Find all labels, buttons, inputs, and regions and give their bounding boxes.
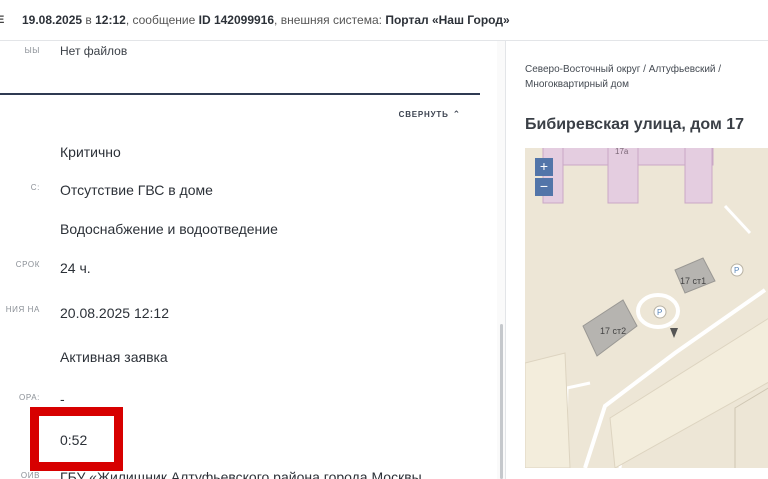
in-word: в — [85, 13, 92, 27]
files-value: Нет файлов — [60, 44, 128, 58]
header-edge-glyph: Е — [0, 0, 4, 40]
section-separator — [0, 93, 480, 95]
row-label: С: — [30, 183, 40, 192]
deadline-label: СРОК — [15, 260, 40, 269]
priority-value: Критично — [60, 144, 121, 160]
message-id: ID 142099916 — [198, 13, 275, 27]
problem-value: Отсутствие ГВС в доме — [60, 182, 213, 198]
map-canvas: 17а 17 ст1 17 ст2 P P — [525, 148, 768, 468]
parking-icon: P — [734, 266, 739, 275]
collapse-label: СВЕРНУТЬ — [398, 110, 449, 119]
message-header-bar: Е 19.08.2025 в 12:12, сообщение ID 14209… — [0, 0, 768, 41]
parking-icon: P — [657, 308, 662, 317]
location-panel: Северо-Восточный округ / Алтуфьевский / … — [506, 41, 768, 479]
system-name: Портал «Наш Город» — [385, 13, 510, 27]
zoom-in-button[interactable]: + — [535, 158, 553, 176]
status-value: Активная заявка — [60, 349, 168, 365]
map-label-17-st1: 17 ст1 — [680, 276, 706, 286]
system-label: внешняя система: — [280, 13, 382, 27]
message-date: 19.08.2025 — [22, 13, 83, 27]
address-title: Бибиревская улица, дом 17 — [525, 116, 745, 133]
executor-label: ОРА: — [19, 393, 40, 402]
files-label: ЫЫ — [24, 46, 40, 55]
due-date-label: НИЯ НА — [5, 305, 40, 314]
collapse-button[interactable]: СВЕРНУТЬ ⌃ — [399, 109, 461, 120]
message-time: 12:12 — [95, 13, 126, 27]
scrollbar-thumb[interactable] — [500, 324, 503, 479]
executor-value: - — [60, 391, 65, 407]
due-date-value: 20.08.2025 12:12 — [60, 305, 169, 321]
message-info: 19.08.2025 в 12:12, сообщение ID 1420999… — [22, 13, 510, 27]
deadline-value: 24 ч. — [60, 260, 91, 276]
category-value: Водоснабжение и водоотведение — [60, 221, 278, 237]
zoom-out-button[interactable]: − — [535, 178, 553, 196]
organization-label: ОИВ — [20, 471, 40, 479]
location-breadcrumb: Северо-Восточный округ / Алтуфьевский / … — [525, 64, 722, 90]
chevron-up-icon: ⌃ — [452, 109, 461, 119]
timer-value: 0:52 — [60, 432, 88, 448]
map-label-17-st2: 17 ст2 — [600, 326, 626, 336]
organization-value: ГБУ «Жилищник Алтуфьевского района город… — [60, 469, 422, 479]
request-details-panel: ЫЫ Нет файлов СВЕРНУТЬ ⌃ Критично С: Отсу… — [0, 41, 505, 479]
location-map[interactable]: 17а 17 ст1 17 ст2 P P + − — [525, 148, 768, 468]
message-label: сообщение — [132, 13, 196, 27]
map-label-17a: 17а — [615, 148, 629, 156]
